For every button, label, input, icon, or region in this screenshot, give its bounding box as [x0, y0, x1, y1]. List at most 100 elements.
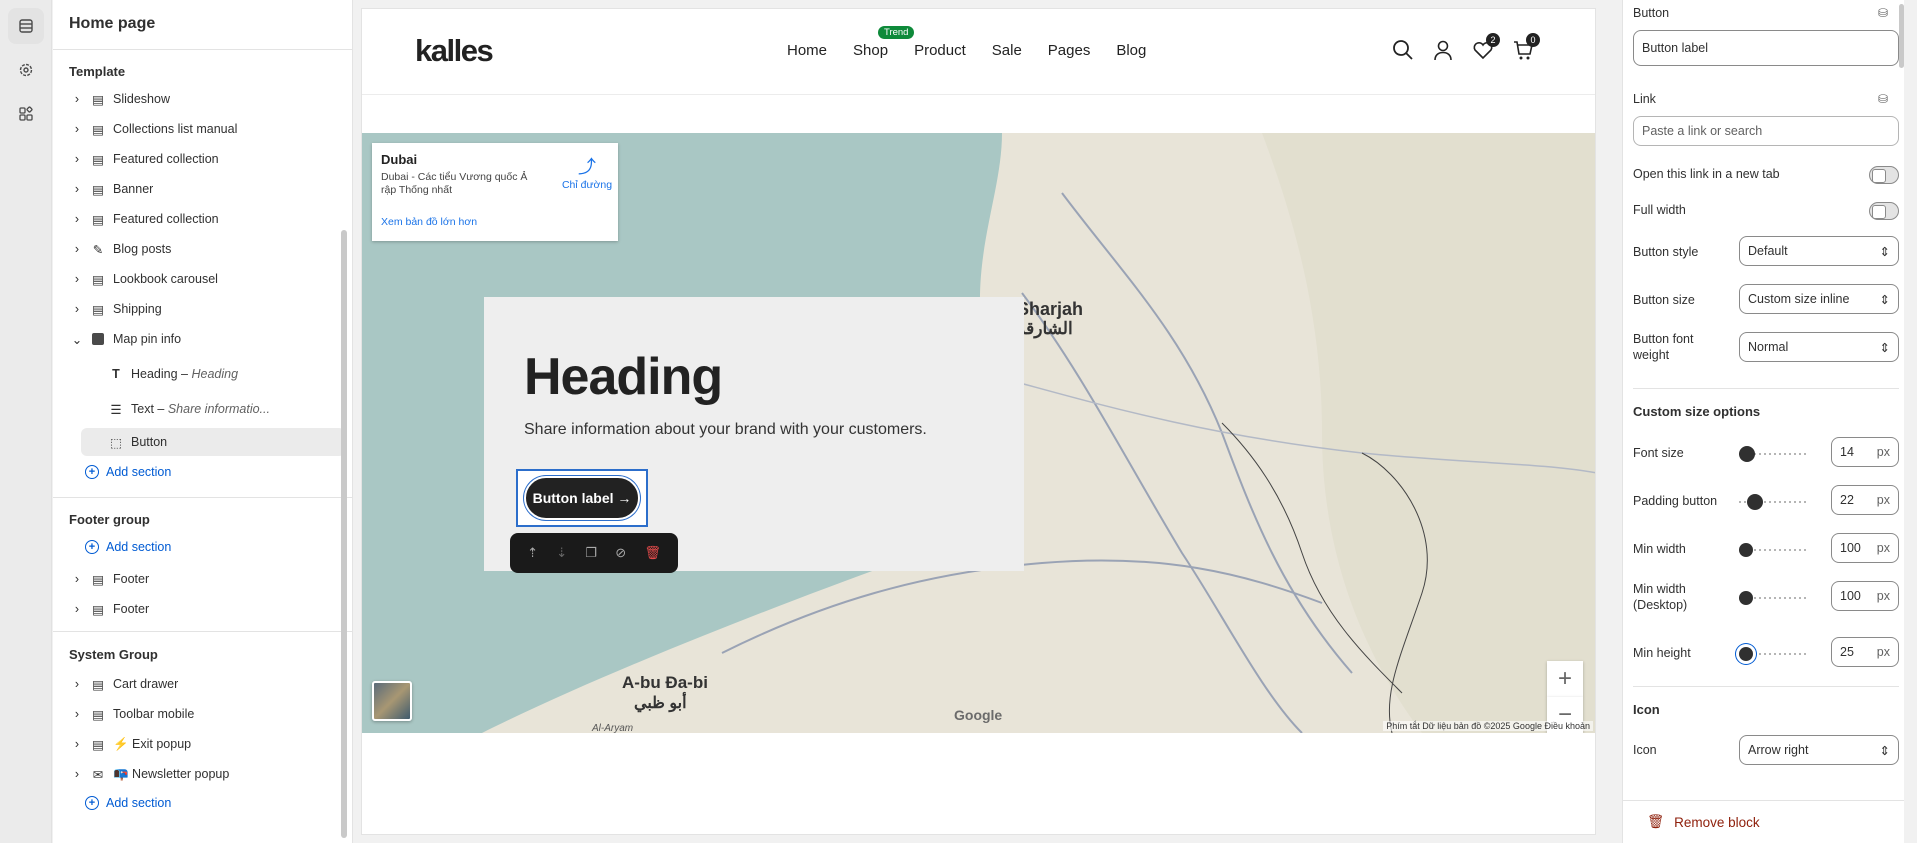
- view-larger-map-link[interactable]: Xem bản đồ lớn hơn: [381, 216, 477, 228]
- font-size-input[interactable]: 14 px: [1831, 437, 1899, 467]
- hero-heading[interactable]: Heading: [524, 347, 723, 407]
- button-style-select[interactable]: Default ⇕: [1739, 236, 1899, 266]
- chevron-right-icon[interactable]: ›: [71, 242, 83, 256]
- nav-blog[interactable]: Blog: [1116, 42, 1146, 59]
- section-lookbook-carousel[interactable]: › ▤ Lookbook carousel: [69, 265, 345, 293]
- min-width-input[interactable]: 100 px: [1831, 533, 1899, 563]
- zoom-in-button[interactable]: +: [1547, 661, 1583, 697]
- chevron-right-icon[interactable]: ›: [71, 272, 83, 286]
- add-section-footer[interactable]: + Add section: [85, 540, 171, 554]
- new-tab-toggle[interactable]: [1869, 166, 1899, 184]
- chevron-right-icon[interactable]: ›: [71, 302, 83, 316]
- search-icon[interactable]: [1392, 39, 1414, 64]
- chevron-right-icon[interactable]: ›: [71, 602, 83, 616]
- block-heading[interactable]: T Heading – Heading: [101, 360, 345, 388]
- section-exit-popup[interactable]: › ▤ ⚡ Exit popup: [69, 730, 345, 758]
- section-shipping[interactable]: › ▤ Shipping: [69, 295, 345, 323]
- plus-circle-icon: +: [85, 540, 99, 554]
- nav-product[interactable]: Product: [914, 42, 966, 59]
- section-slideshow[interactable]: › ▤ Slideshow: [69, 85, 345, 113]
- section-newsletter-popup[interactable]: › ✉ 📭 Newsletter popup: [69, 760, 345, 788]
- directions-link[interactable]: ⤴ Chỉ đường: [557, 153, 617, 191]
- icon-select[interactable]: Arrow right ⇕: [1739, 735, 1899, 765]
- padding-slider[interactable]: [1739, 494, 1809, 510]
- place-name: Dubai: [381, 152, 418, 167]
- section-blog-posts[interactable]: › ✎ Blog posts: [69, 235, 345, 263]
- account-icon[interactable]: [1432, 39, 1454, 64]
- min-width-desktop-input[interactable]: 100 px: [1831, 581, 1899, 611]
- dynamic-source-icon[interactable]: ⛁: [1878, 6, 1888, 20]
- chevron-right-icon[interactable]: ›: [71, 212, 83, 226]
- section-featured-collection-2[interactable]: › ▤ Featured collection: [69, 205, 345, 233]
- min-width-slider[interactable]: [1739, 543, 1809, 557]
- chevron-down-icon[interactable]: ⌄: [71, 332, 83, 347]
- apps-icon[interactable]: [8, 96, 44, 132]
- section-icon: ▤: [92, 122, 104, 137]
- nav-shop[interactable]: Shop: [853, 42, 888, 59]
- slider-knob[interactable]: [1739, 591, 1753, 605]
- hero-button[interactable]: Button label →: [524, 476, 640, 520]
- add-section-system[interactable]: + Add section: [85, 796, 171, 810]
- section-footer[interactable]: › ▤ Footer: [69, 565, 345, 593]
- chevron-right-icon[interactable]: ›: [71, 122, 83, 136]
- cart-icon[interactable]: 0: [1512, 33, 1540, 64]
- section-toolbar-mobile[interactable]: › ▤ Toolbar mobile: [69, 700, 345, 728]
- full-width-toggle[interactable]: [1869, 202, 1899, 220]
- slider-knob[interactable]: [1739, 446, 1755, 462]
- settings-scrollbar[interactable]: [1899, 4, 1904, 68]
- chevron-right-icon[interactable]: ›: [71, 767, 83, 781]
- remove-block-button[interactable]: 🗑 Remove block: [1623, 800, 1904, 843]
- store-logo[interactable]: kalles: [415, 33, 494, 69]
- cart-count: 0: [1526, 33, 1540, 47]
- duplicate-icon[interactable]: ❐: [585, 545, 597, 561]
- block-button[interactable]: ⬚ Button: [81, 428, 345, 456]
- chevron-right-icon[interactable]: ›: [71, 152, 83, 166]
- section-banner[interactable]: › ▤ Banner: [69, 175, 345, 203]
- min-width-desktop-slider[interactable]: [1739, 591, 1809, 605]
- button-size-select[interactable]: Custom size inline ⇕: [1739, 284, 1899, 314]
- min-height-input[interactable]: 25 px: [1831, 637, 1899, 667]
- section-footer-2[interactable]: › ▤ Footer: [69, 595, 345, 623]
- panel-scrollbar[interactable]: [341, 230, 347, 838]
- nav-home[interactable]: Home: [787, 42, 827, 59]
- nav-pages[interactable]: Pages: [1048, 42, 1091, 59]
- slider-knob[interactable]: [1747, 494, 1763, 510]
- min-height-slider[interactable]: [1739, 647, 1809, 661]
- sections-icon[interactable]: [8, 8, 44, 44]
- slider-knob[interactable]: [1739, 543, 1753, 557]
- slider-knob[interactable]: [1739, 647, 1753, 661]
- section-cart-drawer[interactable]: › ▤ Cart drawer: [69, 670, 345, 698]
- delete-trash-icon[interactable]: 🗑: [644, 545, 661, 561]
- chevron-right-icon[interactable]: ›: [71, 92, 83, 106]
- select-arrows-icon: ⇕: [1879, 244, 1890, 259]
- move-down-icon[interactable]: ⇣: [556, 545, 567, 561]
- hide-eye-icon[interactable]: ⊘: [615, 545, 626, 561]
- link-input[interactable]: Paste a link or search: [1633, 116, 1899, 146]
- button-label-input[interactable]: Button label: [1633, 30, 1899, 66]
- add-section-template[interactable]: + Add section: [85, 465, 171, 479]
- chevron-right-icon[interactable]: ›: [71, 737, 83, 751]
- section-featured-collection[interactable]: › ▤ Featured collection: [69, 145, 345, 173]
- nav-sale[interactable]: Sale: [992, 42, 1022, 59]
- divider: [53, 497, 352, 498]
- chevron-right-icon[interactable]: ›: [71, 707, 83, 721]
- preview-canvas: kalles Trend Home Shop Product Sale Page…: [361, 8, 1596, 835]
- settings-gear-icon[interactable]: [8, 52, 44, 88]
- wishlist-heart-icon[interactable]: 2: [1472, 33, 1500, 64]
- text-t-icon: T: [112, 367, 120, 381]
- google-map[interactable]: Dubai Dubai - Các tiểu Vương quốc Ả rập …: [362, 133, 1595, 733]
- chevron-right-icon[interactable]: ›: [71, 182, 83, 196]
- chevron-right-icon[interactable]: ›: [71, 677, 83, 691]
- padding-input[interactable]: 22 px: [1831, 485, 1899, 515]
- section-map-pin-info[interactable]: ⌄ Map pin info: [69, 325, 345, 353]
- dynamic-source-icon[interactable]: ⛁: [1878, 92, 1888, 106]
- satellite-toggle[interactable]: [372, 681, 412, 721]
- section-collections-list[interactable]: › ▤ Collections list manual: [69, 115, 345, 143]
- block-text[interactable]: ☰ Text – Share informatio...: [101, 395, 345, 423]
- move-up-icon[interactable]: ⇡: [527, 545, 538, 561]
- chevron-right-icon[interactable]: ›: [71, 572, 83, 586]
- font-size-slider[interactable]: [1739, 446, 1809, 462]
- map-info-card: Dubai Dubai - Các tiểu Vương quốc Ả rập …: [372, 143, 618, 241]
- hero-text[interactable]: Share information about your brand with …: [524, 421, 927, 439]
- font-weight-select[interactable]: Normal ⇕: [1739, 332, 1899, 362]
